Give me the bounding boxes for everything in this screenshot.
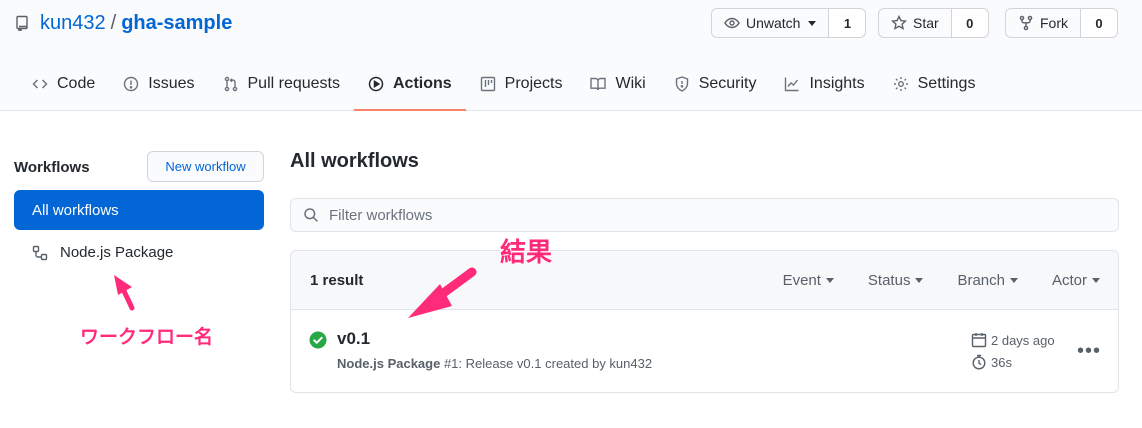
tab-security-label: Security bbox=[698, 75, 757, 92]
fork-button-group: Fork 0 bbox=[1005, 8, 1118, 38]
tab-actions-label: Actions bbox=[393, 75, 452, 92]
results-header: 1 result Event Status Branch Actor bbox=[291, 251, 1118, 310]
run-detail: #1: Release v0.1 created by kun432 bbox=[440, 356, 653, 371]
eye-icon bbox=[724, 17, 740, 29]
repo-title: kun432 / gha-sample bbox=[14, 10, 232, 36]
star-icon bbox=[891, 15, 907, 30]
chevron-down-icon bbox=[1009, 278, 1018, 283]
workflow-icon bbox=[32, 245, 48, 260]
pull-request-icon bbox=[224, 76, 237, 92]
chevron-down-icon bbox=[915, 278, 924, 283]
tab-insights-label: Insights bbox=[809, 75, 865, 92]
stopwatch-icon bbox=[972, 354, 986, 370]
gear-icon bbox=[893, 77, 908, 91]
workflow-run-row[interactable]: v0.1 Node.js Package #1: Release v0.1 cr… bbox=[291, 310, 1118, 392]
tab-wiki[interactable]: Wiki bbox=[576, 58, 659, 110]
repo-header: kun432 / gha-sample Unwatch 1 Star 0 For… bbox=[0, 0, 1142, 111]
unwatch-label: Unwatch bbox=[746, 15, 801, 31]
workflow-runs-list: 1 result Event Status Branch Actor v0.1 … bbox=[290, 250, 1119, 393]
run-workflow-name: Node.js Package bbox=[337, 356, 441, 371]
actor-filter-label: Actor bbox=[1051, 272, 1087, 289]
repo-owner-link[interactable]: kun432 bbox=[40, 12, 106, 35]
book-icon bbox=[590, 77, 607, 91]
tab-projects-label: Projects bbox=[504, 75, 563, 92]
tab-code-label: Code bbox=[57, 75, 96, 92]
status-filter-dropdown[interactable]: Status bbox=[868, 272, 924, 289]
fork-icon bbox=[1019, 15, 1033, 31]
filter-placeholder: Filter workflows bbox=[329, 206, 433, 224]
search-icon bbox=[304, 208, 318, 222]
star-button-group: Star 0 bbox=[878, 8, 989, 38]
graph-icon bbox=[785, 77, 799, 92]
check-circle-icon bbox=[309, 331, 327, 349]
workflow-item-label: Node.js Package bbox=[60, 244, 174, 261]
watch-count[interactable]: 1 bbox=[829, 9, 866, 37]
repo-tabs: Code Issues Pull requests Actions Projec… bbox=[18, 58, 989, 111]
fork-count[interactable]: 0 bbox=[1081, 9, 1117, 37]
tab-issues-label: Issues bbox=[148, 75, 195, 92]
tab-code[interactable]: Code bbox=[18, 58, 109, 110]
repo-icon bbox=[14, 15, 30, 31]
run-title-link[interactable]: v0.1 bbox=[337, 329, 370, 349]
filter-workflows-input[interactable]: Filter workflows bbox=[290, 198, 1119, 232]
tab-security[interactable]: Security bbox=[660, 58, 771, 110]
repo-separator: / bbox=[110, 11, 117, 34]
run-meta: Node.js Package #1: Release v0.1 created… bbox=[337, 356, 652, 371]
issue-icon bbox=[124, 76, 139, 92]
star-label: Star bbox=[913, 15, 939, 31]
run-duration-label: 36s bbox=[991, 354, 1012, 370]
chevron-down-icon bbox=[1092, 278, 1100, 283]
event-filter-label: Event bbox=[782, 272, 821, 289]
chevron-down-icon bbox=[808, 20, 817, 26]
actor-filter-dropdown[interactable]: Actor bbox=[1052, 272, 1100, 289]
annotation-result: 結果 bbox=[500, 237, 553, 267]
workflow-item-nodejs-package[interactable]: Node.js Package bbox=[32, 244, 173, 261]
tab-settings[interactable]: Settings bbox=[879, 58, 990, 110]
repo-name-link[interactable]: gha-sample bbox=[121, 12, 232, 35]
project-icon bbox=[480, 76, 495, 92]
branch-filter-dropdown[interactable]: Branch bbox=[957, 272, 1018, 289]
run-duration: 36s bbox=[971, 354, 1012, 370]
workflows-heading: Workflows bbox=[14, 159, 90, 176]
tab-insights[interactable]: Insights bbox=[770, 58, 878, 110]
annotation-workflow-name: ワークフロー名 bbox=[80, 327, 214, 348]
play-icon bbox=[368, 76, 384, 92]
status-filter-label: Status bbox=[867, 272, 911, 289]
unwatch-button[interactable]: Unwatch bbox=[712, 9, 830, 37]
shield-icon bbox=[675, 76, 688, 92]
calendar-icon bbox=[971, 333, 987, 348]
run-time-label: 2 days ago bbox=[991, 332, 1055, 348]
chevron-down-icon bbox=[825, 278, 834, 283]
tab-issues[interactable]: Issues bbox=[109, 58, 208, 110]
all-workflows-item[interactable]: All workflows bbox=[14, 190, 264, 230]
arrow-to-workflow-name bbox=[114, 275, 135, 311]
fork-label: Fork bbox=[1040, 15, 1068, 31]
branch-filter-label: Branch bbox=[957, 272, 1005, 289]
tab-projects[interactable]: Projects bbox=[466, 58, 577, 110]
star-button[interactable]: Star bbox=[879, 9, 952, 37]
new-workflow-button[interactable]: New workflow bbox=[147, 151, 264, 182]
tab-pull-requests[interactable]: Pull requests bbox=[209, 58, 355, 110]
run-time: 2 days ago bbox=[971, 332, 1055, 348]
page-title: All workflows bbox=[290, 150, 419, 172]
tab-actions[interactable]: Actions bbox=[354, 58, 466, 111]
results-count: 1 result bbox=[310, 271, 364, 289]
fork-button[interactable]: Fork bbox=[1006, 9, 1081, 37]
tab-wiki-label: Wiki bbox=[615, 75, 646, 92]
tab-settings-label: Settings bbox=[917, 75, 976, 92]
event-filter-dropdown[interactable]: Event bbox=[783, 272, 834, 289]
kebab-horizontal-icon[interactable]: ••• bbox=[1077, 340, 1101, 363]
run-filters: Event Status Branch Actor bbox=[749, 251, 1100, 310]
tab-pull-requests-label: Pull requests bbox=[247, 75, 341, 92]
star-count[interactable]: 0 bbox=[951, 9, 988, 37]
code-icon bbox=[32, 79, 48, 89]
watch-button-group: Unwatch 1 bbox=[711, 8, 867, 38]
